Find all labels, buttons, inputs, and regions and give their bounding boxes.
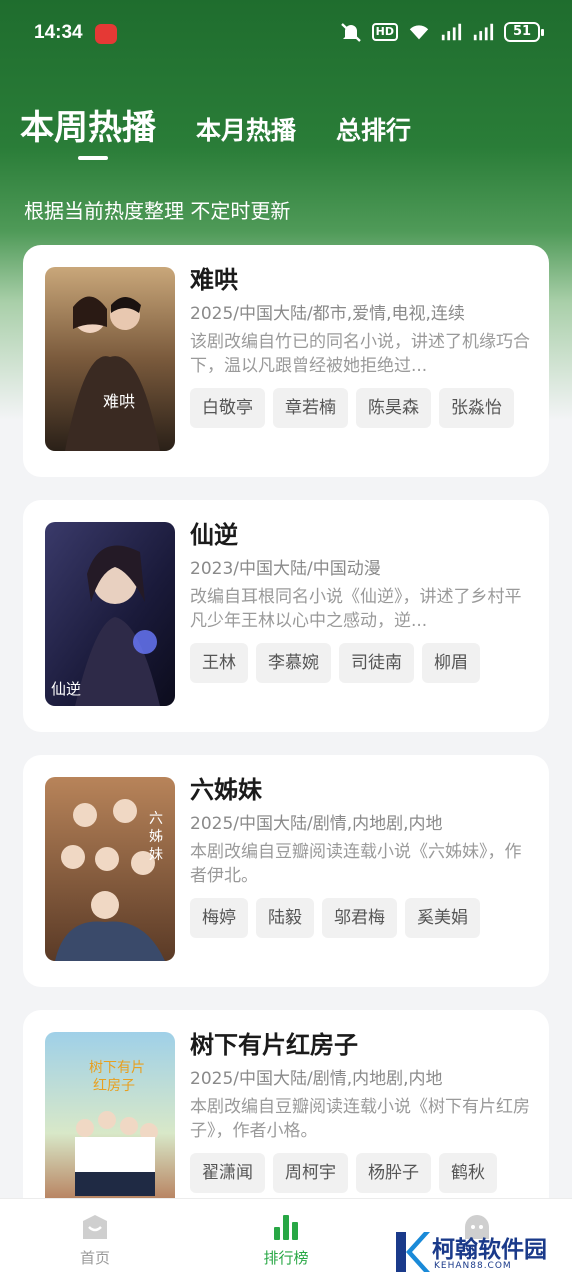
nav-ranking[interactable]: 排行榜 xyxy=(226,1213,346,1268)
cast-chip[interactable]: 陆毅 xyxy=(256,898,314,938)
drama-title: 仙逆 xyxy=(190,521,238,549)
battery-icon: 51 xyxy=(504,22,544,42)
notification-app-icon xyxy=(95,24,117,44)
drama-meta: 2025/中国大陆/剧情,内地剧,内地 xyxy=(190,1069,443,1089)
drama-title: 树下有片红房子 xyxy=(190,1031,358,1059)
cast-chip[interactable]: 奚美娟 xyxy=(405,898,480,938)
drama-title: 六姊妹 xyxy=(190,776,262,804)
status-time: 14:34 xyxy=(34,22,83,43)
poster-image: 六 姊 妹 xyxy=(45,777,175,961)
status-bar: 14:34 HD 51 xyxy=(0,0,572,68)
poster-image: 难哄 xyxy=(45,267,175,451)
drama-title: 难哄 xyxy=(190,266,238,294)
ranking-subtitle: 根据当前热度整理 不定时更新 xyxy=(24,199,291,223)
signal-icon xyxy=(441,23,462,41)
svg-text:姊: 姊 xyxy=(149,829,163,845)
tab-overall[interactable]: 总排行 xyxy=(336,111,411,149)
drama-meta: 2023/中国大陆/中国动漫 xyxy=(190,559,381,579)
nav-label: 排行榜 xyxy=(263,1249,309,1267)
watermark-logo: 柯翰软件园 KEHAN88.COM xyxy=(392,1228,562,1276)
tab-weekly[interactable]: 本周热播 xyxy=(20,100,156,149)
drama-card[interactable]: 难哄 难哄 2025/中国大陆/都市,爱情,电视,连续 该剧改编自竹已的同名小说… xyxy=(23,245,549,477)
svg-text:红房子: 红房子 xyxy=(93,1078,135,1094)
drama-description: 该剧改编自竹已的同名小说，讲述了机缘巧合下，温以凡跟曾经被她拒绝过... xyxy=(190,332,530,376)
nav-home[interactable]: 首页 xyxy=(35,1213,155,1268)
cast-list: 白敬亭 章若楠 陈昊森 张淼怡 xyxy=(190,388,531,428)
drama-card[interactable]: 仙逆 仙逆 2023/中国大陆/中国动漫 改编自耳根同名小说《仙逆》，讲述了乡村… xyxy=(23,500,549,732)
poster-image: 仙逆 xyxy=(45,522,175,706)
watermark-subtext: KEHAN88.COM xyxy=(434,1261,512,1271)
drama-card[interactable]: 六 姊 妹 六姊妹 2025/中国大陆/剧情,内地剧,内地 本剧改编自豆瓣阅读连… xyxy=(23,755,549,987)
cast-chip[interactable]: 周柯宇 xyxy=(273,1153,348,1193)
cast-list: 翟潇闻 周柯宇 杨肸子 鹤秋 xyxy=(190,1153,531,1193)
svg-text:仙逆: 仙逆 xyxy=(51,680,81,698)
cast-chip[interactable]: 王林 xyxy=(190,643,248,683)
drama-description: 改编自耳根同名小说《仙逆》，讲述了乡村平凡少年王林以心中之感动，逆... xyxy=(190,587,522,631)
cast-chip[interactable]: 翟潇闻 xyxy=(190,1153,265,1193)
signal-icon-2 xyxy=(473,23,494,41)
cast-chip[interactable]: 白敬亭 xyxy=(190,388,265,428)
poster-image: 树下有片 红房子 xyxy=(45,1032,175,1216)
cast-chip[interactable]: 柳眉 xyxy=(422,643,480,683)
svg-text:六: 六 xyxy=(149,811,163,827)
drama-meta: 2025/中国大陆/都市,爱情,电视,连续 xyxy=(190,304,465,324)
cast-chip[interactable]: 杨肸子 xyxy=(356,1153,431,1193)
active-tab-indicator xyxy=(78,156,108,160)
nav-label: 首页 xyxy=(79,1249,110,1267)
drama-meta: 2025/中国大陆/剧情,内地剧,内地 xyxy=(190,814,443,834)
svg-text:难哄: 难哄 xyxy=(103,392,135,411)
cast-chip[interactable]: 陈昊森 xyxy=(356,388,431,428)
ranking-icon xyxy=(274,1215,298,1240)
cast-chip[interactable]: 邬君梅 xyxy=(322,898,397,938)
cast-chip[interactable]: 张淼怡 xyxy=(439,388,514,428)
drama-description: 本剧改编自豆瓣阅读连载小说《树下有片红房子》，作者小格。 xyxy=(190,1097,530,1141)
drama-list: 难哄 难哄 2025/中国大陆/都市,爱情,电视,连续 该剧改编自竹已的同名小说… xyxy=(23,245,549,1265)
drama-description: 本剧改编自豆瓣阅读连载小说《六姊妹》，作者伊北。 xyxy=(190,842,522,886)
hd-voice-icon: HD xyxy=(371,23,398,41)
tab-monthly[interactable]: 本月热播 xyxy=(196,111,296,149)
mute-icon xyxy=(340,23,361,42)
cast-list: 王林 李慕婉 司徒南 柳眉 xyxy=(190,643,531,683)
cast-chip[interactable]: 章若楠 xyxy=(273,388,348,428)
cast-list: 梅婷 陆毅 邬君梅 奚美娟 xyxy=(190,898,531,938)
ranking-tabs: 本周热播 本月热播 总排行 xyxy=(20,100,451,160)
cast-chip[interactable]: 梅婷 xyxy=(190,898,248,938)
home-icon xyxy=(83,1215,107,1239)
svg-text:妹: 妹 xyxy=(149,847,163,863)
cast-chip[interactable]: 鹤秋 xyxy=(439,1153,497,1193)
kehan-logo-icon xyxy=(396,1232,430,1272)
cast-chip[interactable]: 李慕婉 xyxy=(256,643,331,683)
watermark-text: 柯翰软件园 xyxy=(432,1237,547,1263)
svg-text:树下有片: 树下有片 xyxy=(89,1060,145,1076)
cast-chip[interactable]: 司徒南 xyxy=(339,643,414,683)
wifi-icon xyxy=(409,25,429,40)
